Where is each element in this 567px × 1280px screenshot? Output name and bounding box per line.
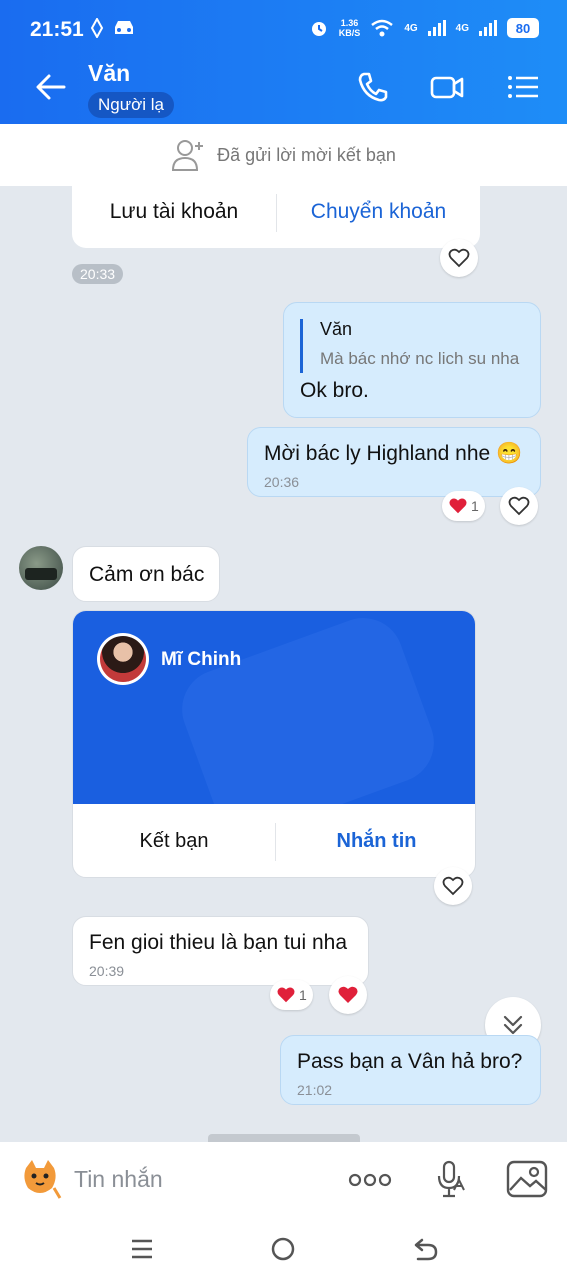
heart-filled-icon xyxy=(277,987,295,1003)
contact-avatar xyxy=(97,633,149,685)
transfer-button[interactable]: Chuyển khoản xyxy=(277,186,480,238)
image-gallery-icon[interactable] xyxy=(506,1160,548,1198)
wifi-icon xyxy=(371,19,394,37)
quote-text: Mà bác nhớ nc lich su nha xyxy=(320,349,520,368)
message-text: Cảm ơn bác xyxy=(89,563,205,586)
reaction-summary[interactable]: 1 xyxy=(442,491,485,521)
video-call-icon[interactable] xyxy=(430,70,464,104)
contact-name: Mĩ Chinh xyxy=(161,649,242,670)
status-bar: 21:51 1.36 KB/S 4G 4G 80 xyxy=(0,0,567,58)
friend-request-text: Đã gửi lời mời kết bạn xyxy=(217,144,396,165)
incoming-message-bubble[interactable]: Fen gioi thieu là bạn tui nha 20:39 xyxy=(72,916,369,986)
message-text: Pass bạn a Vân hả bro? xyxy=(297,1050,523,1073)
heart-outline-icon xyxy=(448,248,470,268)
stranger-badge: Người lạ xyxy=(88,92,174,118)
contact-name[interactable]: Văn xyxy=(88,60,130,87)
signal-icon xyxy=(479,20,497,36)
chat-header: 21:51 1.36 KB/S 4G 4G 80 Văn Người lạ xyxy=(0,0,567,124)
message-time: 20:39 xyxy=(89,963,125,979)
contact-avatar-photo xyxy=(100,636,146,682)
heart-filled-icon xyxy=(449,498,467,514)
car-icon xyxy=(115,21,133,34)
incoming-message-bubble[interactable]: Cảm ơn bác xyxy=(72,546,220,602)
alarm-icon xyxy=(311,22,326,36)
heart-filled-icon xyxy=(338,986,358,1003)
signal-1-label: 4G xyxy=(404,22,418,34)
reaction-count: 1 xyxy=(471,498,479,514)
message-input-bar: Tin nhắn xyxy=(0,1142,567,1218)
send-message-button[interactable]: Nhắn tin xyxy=(276,804,475,877)
reaction-count: 1 xyxy=(299,987,307,1003)
voice-input-icon[interactable] xyxy=(436,1160,466,1200)
signal-icon xyxy=(427,20,446,36)
status-right-icons: 1.36 KB/S 4G 4G 80 xyxy=(309,18,539,38)
drag-handle[interactable] xyxy=(208,1134,360,1142)
status-time: 21:51 xyxy=(30,18,84,41)
add-user-icon xyxy=(172,140,204,171)
avatar[interactable] xyxy=(19,546,63,590)
reply-message-bubble[interactable]: Văn Mà bác nhớ nc lich su nha Ok bro. xyxy=(283,302,541,418)
home-icon[interactable] xyxy=(270,1236,296,1262)
quote-author: Văn xyxy=(320,319,353,339)
system-nav-bar xyxy=(0,1218,567,1280)
signal-2-label: 4G xyxy=(455,22,469,34)
reaction-summary[interactable]: 1 xyxy=(270,980,313,1010)
react-heart-button[interactable] xyxy=(434,867,472,905)
back-arrow-icon[interactable] xyxy=(34,70,68,104)
avatar-motorbikes xyxy=(25,568,57,580)
speed-value: 1.36 xyxy=(340,18,359,28)
save-account-button[interactable]: Lưu tài khoản xyxy=(72,186,276,238)
message-text: Mời bác ly Highland nhe 😁 xyxy=(264,442,523,465)
status-left-icons xyxy=(90,18,136,38)
banner-decoration xyxy=(170,611,446,804)
react-heart-button[interactable] xyxy=(329,976,367,1014)
menu-list-icon[interactable] xyxy=(506,70,540,104)
contact-card[interactable]: Mĩ Chinh Kết bạn Nhắn tin xyxy=(72,610,476,878)
location-icon xyxy=(90,18,104,38)
phone-call-icon[interactable] xyxy=(356,70,390,104)
heart-outline-icon xyxy=(508,496,530,516)
heart-outline-icon xyxy=(442,876,464,896)
friend-request-bar: Đã gửi lời mời kết bạn xyxy=(0,124,567,186)
back-icon[interactable] xyxy=(412,1236,440,1262)
quote-bar xyxy=(300,319,303,373)
speed-unit: KB/S xyxy=(338,28,361,38)
message-text: Fen gioi thieu là bạn tui nha xyxy=(89,931,348,954)
message-input[interactable]: Tin nhắn xyxy=(74,1166,163,1193)
add-friend-button[interactable]: Kết bạn xyxy=(73,804,275,877)
message-time: 21:02 xyxy=(297,1082,333,1098)
react-heart-button[interactable] xyxy=(500,487,538,525)
recent-apps-icon[interactable] xyxy=(130,1238,154,1260)
message-text: Ok bro. xyxy=(300,379,369,402)
outgoing-message-bubble[interactable]: Pass bạn a Vân hả bro? 21:02 xyxy=(280,1035,541,1105)
message-time: 20:36 xyxy=(264,474,300,490)
sticker-icon[interactable] xyxy=(18,1158,62,1200)
more-options-icon[interactable] xyxy=(348,1170,392,1190)
account-card: Lưu tài khoản Chuyển khoản xyxy=(72,186,480,248)
contact-card-banner: Mĩ Chinh xyxy=(73,611,475,804)
react-heart-button[interactable] xyxy=(440,239,478,277)
battery-indicator: 80 xyxy=(507,18,539,38)
time-chip: 20:33 xyxy=(72,264,124,284)
outgoing-message-bubble[interactable]: Mời bác ly Highland nhe 😁 20:36 xyxy=(247,427,541,497)
network-speed: 1.36 KB/S xyxy=(339,18,361,38)
